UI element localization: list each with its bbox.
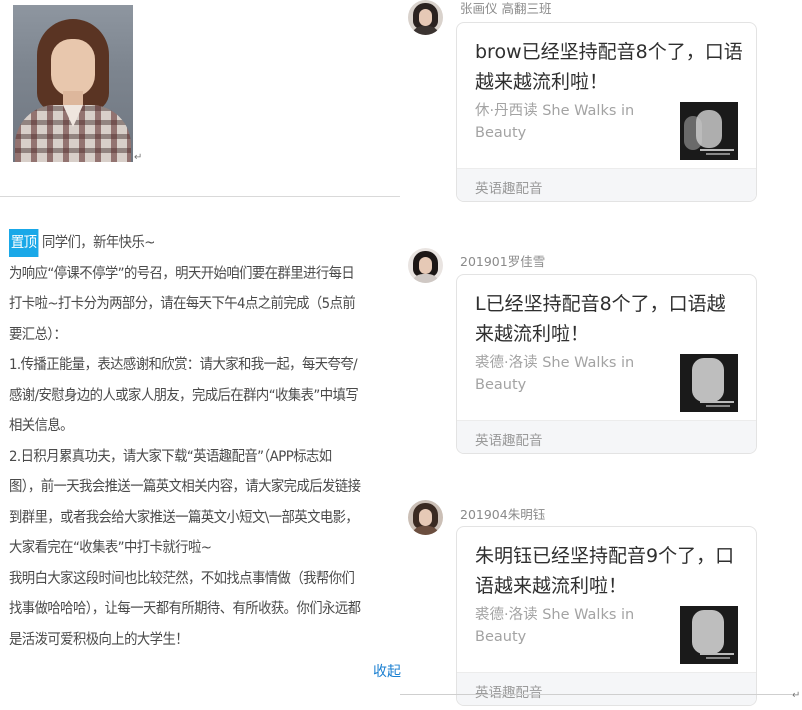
announcement-paragraph: 为响应“停课不停学”的号召，明天开始咱们要在群里进行每日打卡啦~打卡分为两部分，… bbox=[9, 265, 356, 343]
share-card-source: 英语趣配音 bbox=[475, 433, 543, 449]
announcement-paragraph: 我明白大家这段时间也比较茫然，不如找点事情做（我帮你们找事做哈哈哈），让每一天都… bbox=[9, 570, 361, 648]
share-card-headline: brow已经坚持配音8个了，口语越来越流利啦！ bbox=[475, 41, 743, 93]
announcement-first-line: 置顶 同学们，新年快乐~ bbox=[9, 228, 363, 259]
share-card[interactable]: L已经坚持配音8个了，口语越来越流利啦！ 裘德·洛读 She Walks in … bbox=[456, 274, 757, 454]
share-card-footer: 英语趣配音 bbox=[457, 420, 756, 453]
announcement-paragraph: 2.日积月累真功夫，请大家下载“英语趣配音”（APP标志如图），前一天我会推送一… bbox=[9, 448, 361, 557]
share-card-source: 英语趣配音 bbox=[475, 181, 543, 197]
user-avatar[interactable] bbox=[408, 500, 443, 535]
share-card-thumbnail bbox=[680, 606, 738, 664]
paragraph-mark-icon: ↵ bbox=[792, 690, 801, 701]
divider bbox=[0, 196, 400, 197]
share-card[interactable]: 朱明钰已经坚持配音9个了，口语越来越流利啦！ 裘德·洛读 She Walks i… bbox=[456, 526, 757, 706]
share-card-source: 英语趣配音 bbox=[475, 685, 543, 701]
user-avatar[interactable] bbox=[408, 248, 443, 283]
collapse-link[interactable]: 收起 bbox=[373, 661, 401, 681]
share-card-subtitle: 裘德·洛读 She Walks in Beauty bbox=[475, 355, 635, 393]
message-username: 201901罗佳雪 bbox=[460, 254, 546, 269]
share-card-thumbnail bbox=[680, 102, 738, 160]
message-username: 张画仪 高翻三班 bbox=[460, 1, 552, 16]
pin-badge: 置顶 bbox=[9, 229, 39, 257]
paragraph-mark-icon: ↵ bbox=[134, 152, 143, 163]
share-card-headline: L已经坚持配音8个了，口语越来越流利啦！ bbox=[475, 293, 726, 345]
user-avatar[interactable] bbox=[408, 0, 443, 35]
message-username: 201904朱明钰 bbox=[460, 507, 546, 522]
share-card-subtitle: 休·丹西读 She Walks in Beauty bbox=[475, 103, 635, 141]
announcement-paragraph: 1.传播正能量，表达感谢和欣赏：请大家和我一起，每天夸夸/感谢/安慰身边的人或家… bbox=[9, 357, 359, 434]
share-card-footer: 英语趣配音 bbox=[457, 672, 756, 705]
share-card[interactable]: brow已经坚持配音8个了，口语越来越流利啦！ 休·丹西读 She Walks … bbox=[456, 22, 757, 202]
share-card-thumbnail bbox=[680, 354, 738, 412]
announcement-greeting: 同学们，新年快乐~ bbox=[41, 235, 155, 251]
divider bbox=[400, 694, 792, 695]
share-card-headline: 朱明钰已经坚持配音9个了，口语越来越流利啦！ bbox=[475, 545, 735, 597]
share-card-subtitle: 裘德·洛读 She Walks in Beauty bbox=[475, 607, 635, 645]
share-card-footer: 英语趣配音 bbox=[457, 168, 756, 201]
user-photo bbox=[13, 5, 133, 162]
pinned-announcement: 置顶 同学们，新年快乐~ 为响应“停课不停学”的号召，明天开始咱们要在群里进行每日… bbox=[9, 228, 363, 655]
